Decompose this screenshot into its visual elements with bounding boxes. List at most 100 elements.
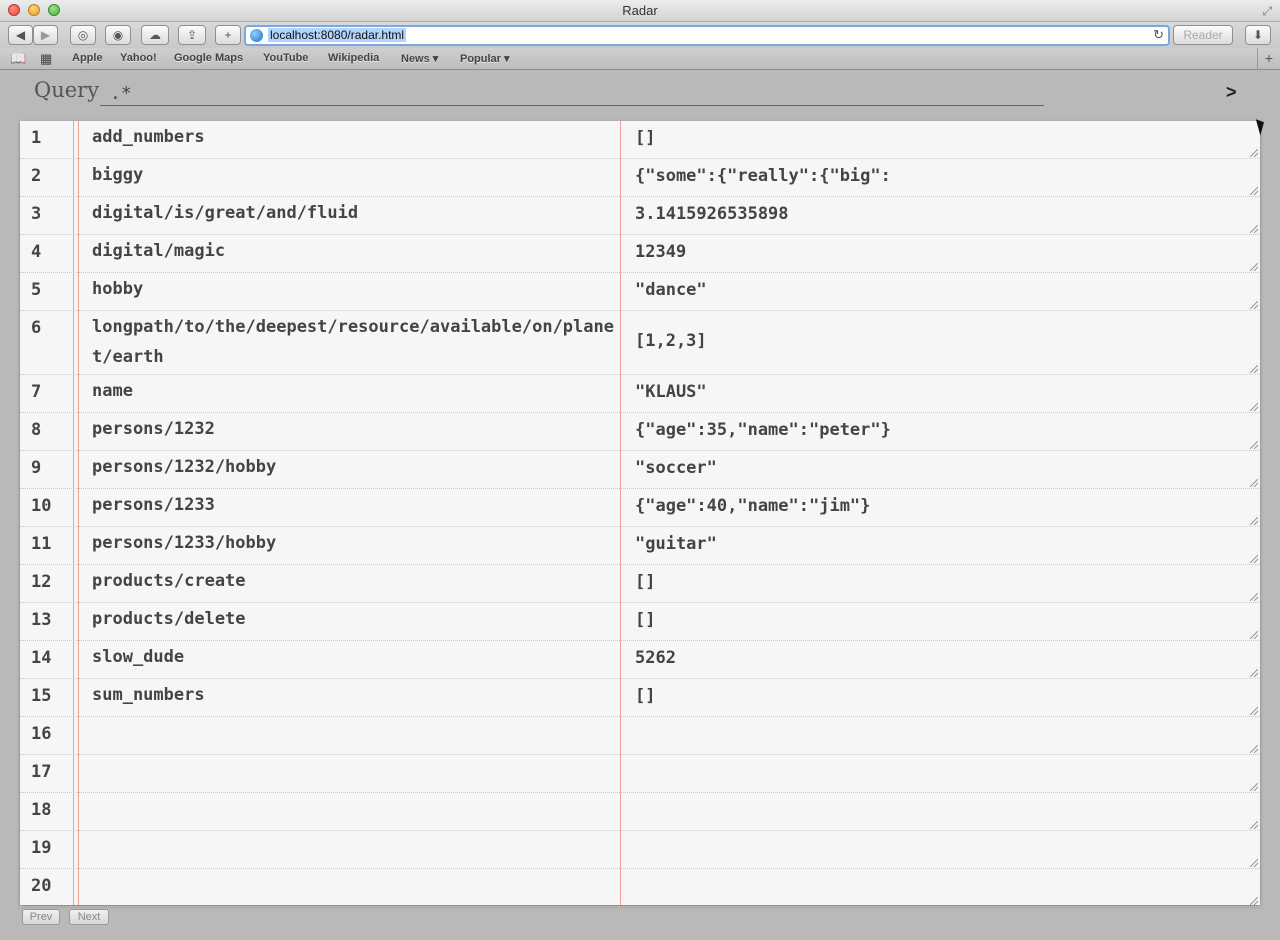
back-button[interactable]: ◀: [8, 25, 33, 45]
row-value[interactable]: [1,2,3]: [635, 331, 1245, 351]
table-row[interactable]: 14 slow_dude 5262: [20, 641, 1260, 679]
reader-button[interactable]: Reader: [1173, 25, 1233, 45]
resize-grip-icon[interactable]: [1250, 365, 1258, 373]
row-key[interactable]: longpath/to/the/deepest/resource/availab…: [92, 312, 620, 372]
table-row[interactable]: 8 persons/1232 {"age":35,"name":"peter"}: [20, 413, 1260, 451]
row-key[interactable]: name: [92, 376, 620, 406]
resize-grip-icon[interactable]: [1250, 479, 1258, 487]
resize-grip-icon[interactable]: [1250, 783, 1258, 791]
resize-grip-icon[interactable]: [1250, 821, 1258, 829]
new-tab-button[interactable]: +: [1257, 48, 1280, 69]
downloads-button[interactable]: ⬇: [1245, 25, 1271, 45]
table-row[interactable]: 17: [20, 755, 1260, 793]
resize-grip-icon[interactable]: [1250, 187, 1258, 195]
table-row[interactable]: 9 persons/1232/hobby "soccer": [20, 451, 1260, 489]
row-value[interactable]: []: [635, 128, 1245, 148]
reload-icon[interactable]: ↻: [1153, 27, 1164, 43]
resize-grip-icon[interactable]: [1250, 441, 1258, 449]
query-input[interactable]: [100, 82, 1044, 106]
table-row[interactable]: 5 hobby "dance": [20, 273, 1260, 311]
row-key[interactable]: products/delete: [92, 604, 620, 634]
row-value[interactable]: []: [635, 686, 1245, 706]
resize-grip-icon[interactable]: [1250, 897, 1258, 905]
run-query-button[interactable]: >: [1226, 82, 1237, 103]
row-value[interactable]: 12349: [635, 242, 1245, 262]
forward-button[interactable]: ▶: [33, 25, 58, 45]
table-row[interactable]: 1 add_numbers []: [20, 121, 1260, 159]
row-value[interactable]: "dance": [635, 280, 1245, 300]
resize-grip-icon[interactable]: [1250, 263, 1258, 271]
row-key[interactable]: slow_dude: [92, 642, 620, 672]
row-value[interactable]: "KLAUS": [635, 382, 1245, 402]
resize-grip-icon[interactable]: [1250, 859, 1258, 867]
row-key[interactable]: hobby: [92, 274, 620, 304]
row-value[interactable]: []: [635, 610, 1245, 630]
table-row[interactable]: 16: [20, 717, 1260, 755]
table-row[interactable]: 4 digital/magic 12349: [20, 235, 1260, 273]
address-bar[interactable]: localhost:8080/radar.html ↻: [244, 25, 1170, 46]
resize-grip-icon[interactable]: [1250, 225, 1258, 233]
table-row[interactable]: 20: [20, 869, 1260, 907]
prev-page-button[interactable]: Prev: [22, 909, 60, 925]
resize-grip-icon[interactable]: [1250, 669, 1258, 677]
fullscreen-icon[interactable]: ⤢: [1262, 4, 1272, 19]
table-row[interactable]: 2 biggy {"some":{"really":{"big":: [20, 159, 1260, 197]
window-titlebar: Radar ⤢: [0, 0, 1280, 22]
row-key[interactable]: biggy: [92, 160, 620, 190]
row-key[interactable]: persons/1232/hobby: [92, 452, 620, 482]
resize-grip-icon[interactable]: [1250, 593, 1258, 601]
row-value[interactable]: {"age":40,"name":"jim"}: [635, 496, 1245, 516]
table-row[interactable]: 10 persons/1233 {"age":40,"name":"jim"}: [20, 489, 1260, 527]
bookmark-yahoo[interactable]: Yahoo!: [120, 52, 157, 64]
table-row[interactable]: 6 longpath/to/the/deepest/resource/availa…: [20, 311, 1260, 375]
history-button[interactable]: ◎: [70, 25, 96, 45]
table-row[interactable]: 11 persons/1233/hobby "guitar": [20, 527, 1260, 565]
resize-grip-icon[interactable]: [1250, 517, 1258, 525]
table-row[interactable]: 13 products/delete []: [20, 603, 1260, 641]
row-key[interactable]: digital/is/great/and/fluid: [92, 198, 620, 228]
row-value[interactable]: {"age":35,"name":"peter"}: [635, 420, 1245, 440]
row-value[interactable]: "soccer": [635, 458, 1245, 478]
row-value[interactable]: "guitar": [635, 534, 1245, 554]
row-key[interactable]: persons/1233: [92, 490, 620, 520]
cloud-button[interactable]: ☁: [141, 25, 169, 45]
top-sites-grid-icon[interactable]: ▦: [40, 51, 52, 67]
resize-grip-icon[interactable]: [1250, 707, 1258, 715]
resize-grip-icon[interactable]: [1250, 149, 1258, 157]
row-key[interactable]: sum_numbers: [92, 680, 620, 710]
row-number: 14: [31, 648, 52, 668]
row-key[interactable]: persons/1233/hobby: [92, 528, 620, 558]
row-key[interactable]: add_numbers: [92, 122, 620, 152]
share-button[interactable]: ⇪: [178, 25, 206, 45]
row-value[interactable]: {"some":{"really":{"big":: [635, 166, 1245, 186]
table-row[interactable]: 18: [20, 793, 1260, 831]
resize-grip-icon[interactable]: [1250, 555, 1258, 563]
row-number: 2: [31, 166, 42, 186]
resize-grip-icon[interactable]: [1250, 631, 1258, 639]
reading-list-icon[interactable]: 📖: [10, 51, 26, 67]
url-text[interactable]: localhost:8080/radar.html: [268, 28, 407, 42]
table-row[interactable]: 3 digital/is/great/and/fluid 3.14159265358…: [20, 197, 1260, 235]
resize-grip-icon[interactable]: [1250, 745, 1258, 753]
resize-grip-icon[interactable]: [1250, 403, 1258, 411]
next-page-button[interactable]: Next: [69, 909, 109, 925]
row-key[interactable]: persons/1232: [92, 414, 620, 444]
row-value[interactable]: 5262: [635, 648, 1245, 668]
bookmark-apple[interactable]: Apple: [72, 52, 103, 64]
bookmark-news-menu[interactable]: News ▾: [401, 52, 438, 65]
bookmark-popular-menu[interactable]: Popular ▾: [460, 52, 510, 65]
table-row[interactable]: 19: [20, 831, 1260, 869]
shield-button[interactable]: ◉: [105, 25, 131, 45]
bookmark-google-maps[interactable]: Google Maps: [174, 52, 243, 64]
bookmark-wikipedia[interactable]: Wikipedia: [328, 52, 379, 64]
row-value[interactable]: 3.1415926535898: [635, 204, 1245, 224]
table-row[interactable]: 15 sum_numbers []: [20, 679, 1260, 717]
table-row[interactable]: 7 name "KLAUS": [20, 375, 1260, 413]
row-key[interactable]: products/create: [92, 566, 620, 596]
resize-grip-icon[interactable]: [1250, 301, 1258, 309]
row-key[interactable]: digital/magic: [92, 236, 620, 266]
row-value[interactable]: []: [635, 572, 1245, 592]
add-bookmark-button[interactable]: +: [215, 25, 241, 45]
bookmark-youtube[interactable]: YouTube: [263, 52, 308, 64]
table-row[interactable]: 12 products/create []: [20, 565, 1260, 603]
